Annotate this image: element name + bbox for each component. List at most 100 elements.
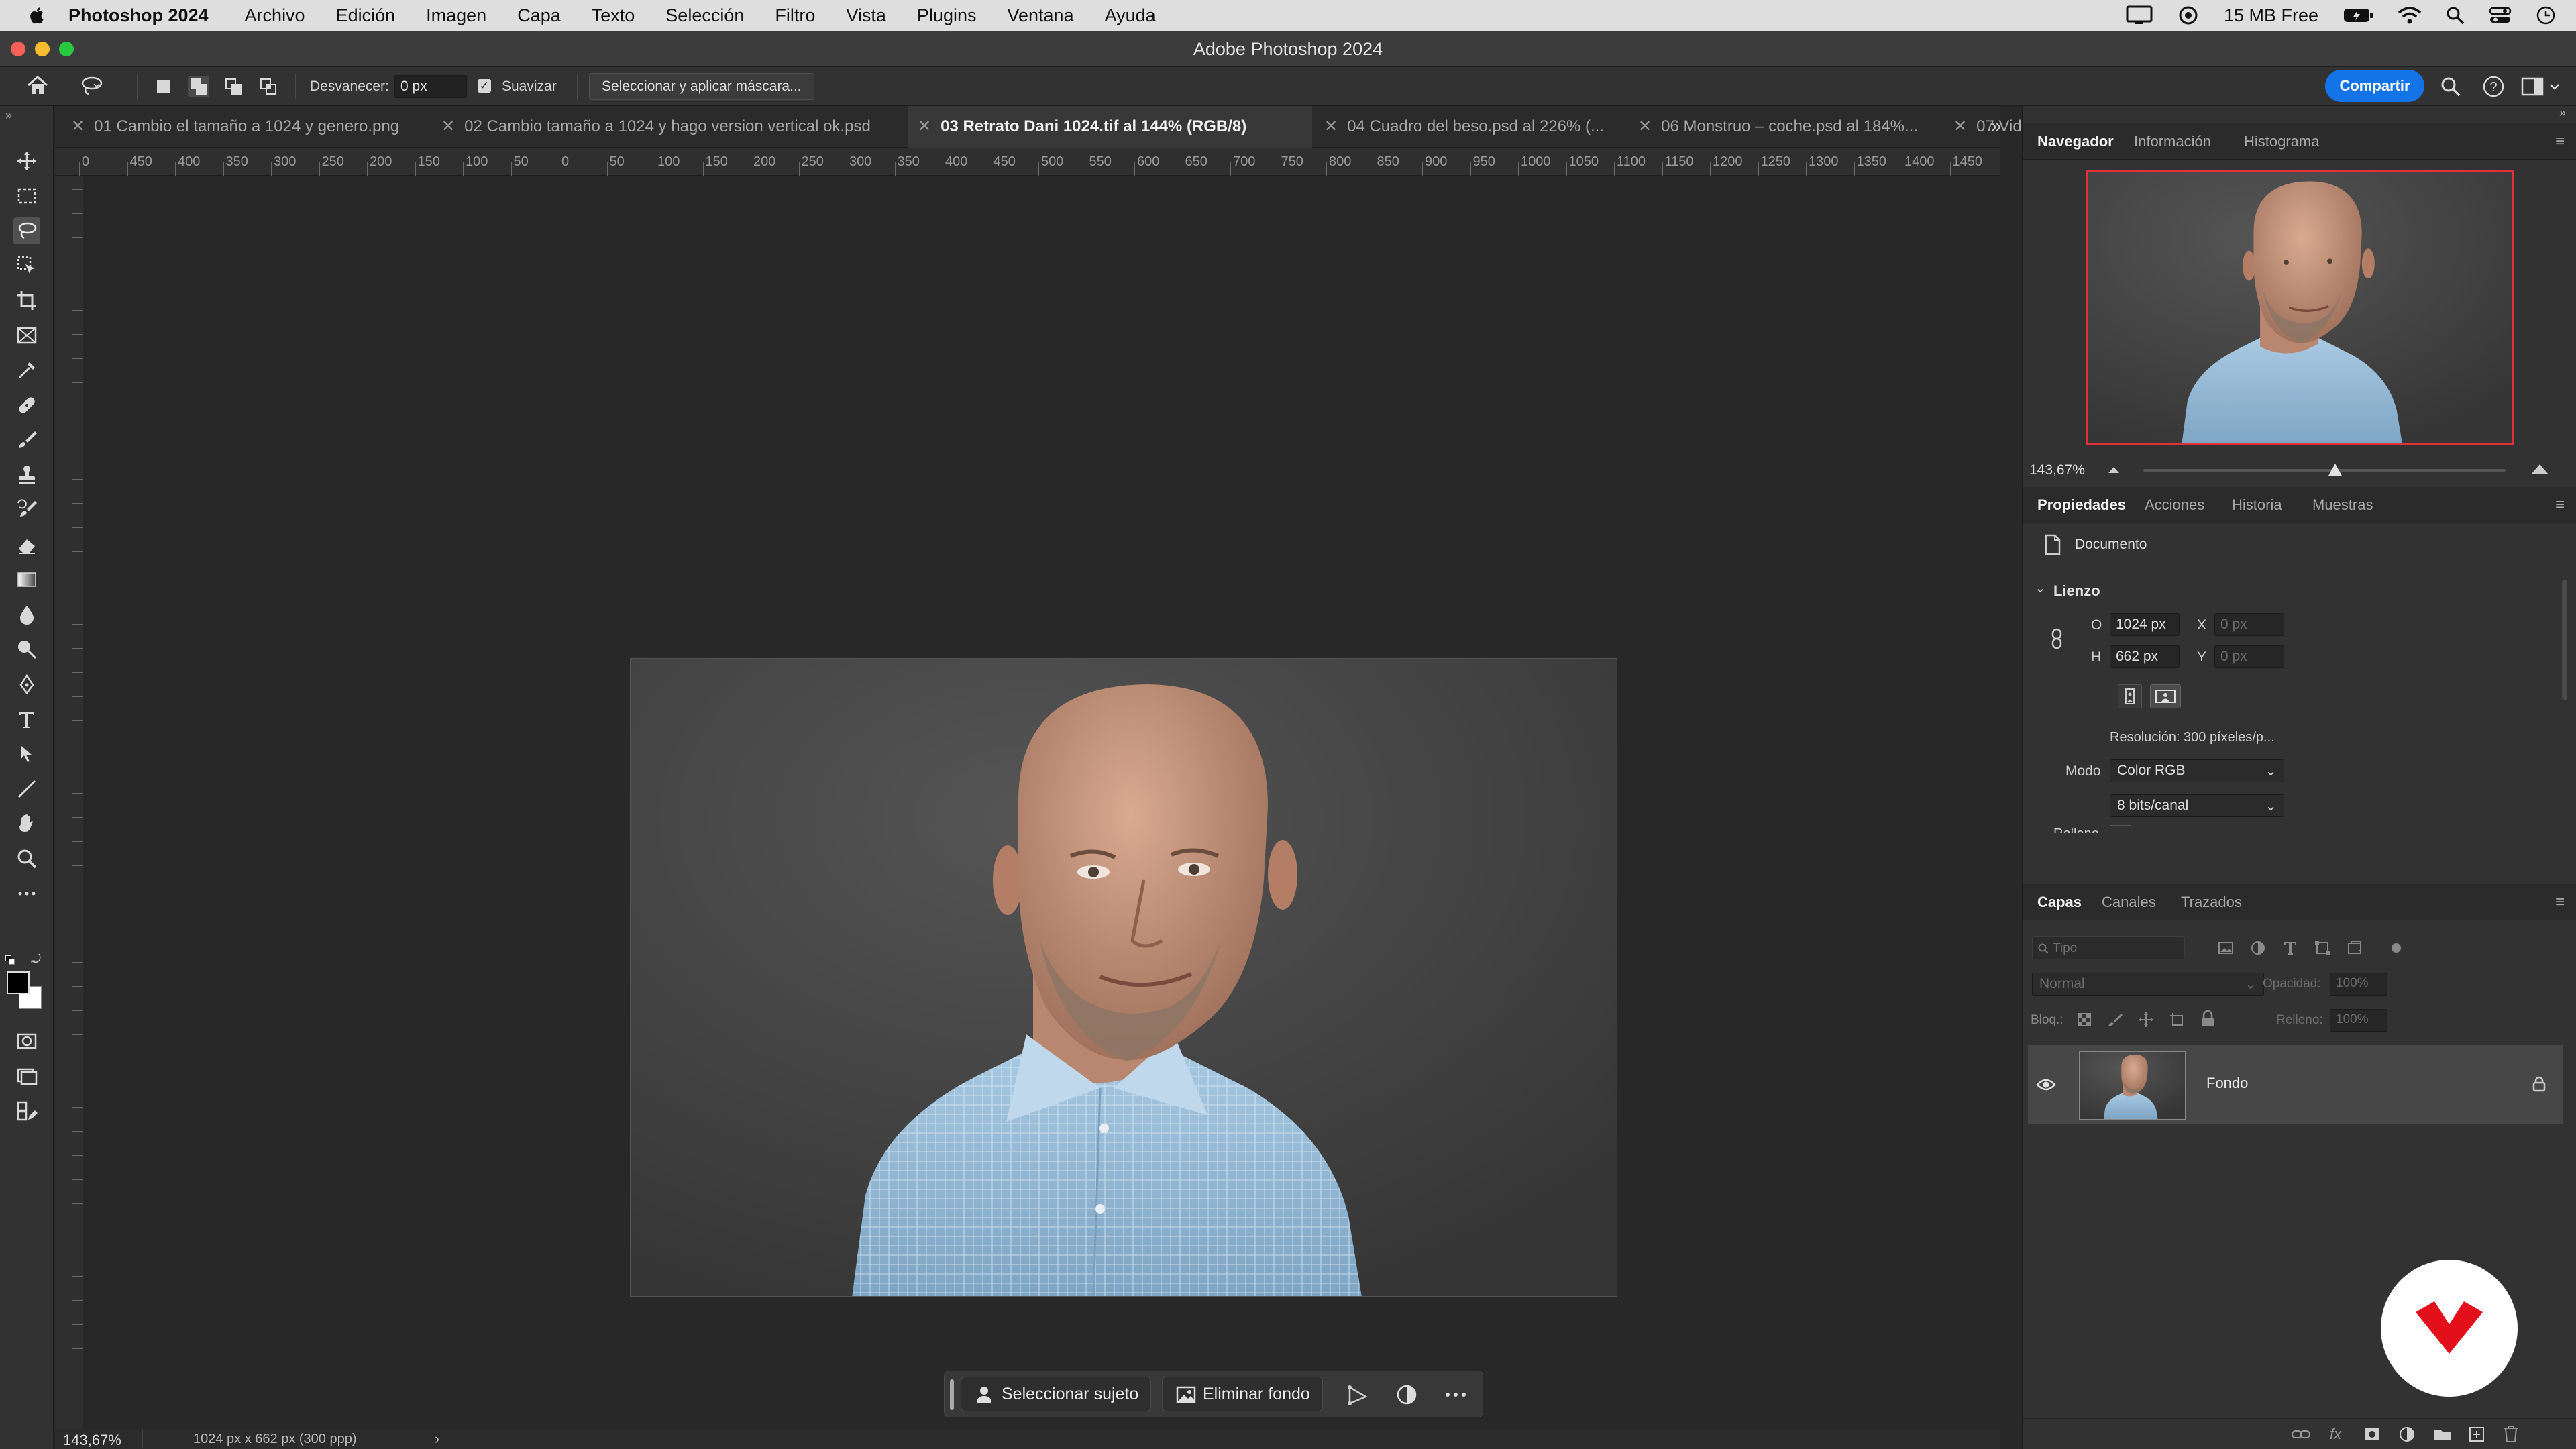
adjustment-icon[interactable]: [1395, 1383, 1418, 1406]
layer-style-fx-icon[interactable]: fx: [2330, 1426, 2341, 1443]
close-tab-icon[interactable]: ✕: [71, 117, 85, 136]
navigator-zoom-value[interactable]: 143,67%: [2029, 462, 2085, 478]
select-and-mask-button[interactable]: Seleccionar y aplicar máscara...: [589, 73, 814, 100]
more-options-icon[interactable]: [1442, 1383, 1469, 1406]
tab-muestras[interactable]: Muestras: [2312, 487, 2373, 523]
tab-canales[interactable]: Canales: [2102, 884, 2156, 920]
navigator-preview[interactable]: [2086, 170, 2514, 445]
close-tab-icon[interactable]: ✕: [918, 117, 931, 136]
fill-color-swatch[interactable]: [2110, 825, 2131, 833]
menu-plugins[interactable]: Plugins: [917, 5, 977, 26]
transform-icon[interactable]: [1347, 1383, 1370, 1406]
eyedropper-tool-icon[interactable]: [13, 357, 40, 384]
crop-tool-icon[interactable]: [13, 287, 40, 314]
lock-position-icon[interactable]: [2138, 1012, 2154, 1028]
dodge-tool-icon[interactable]: [13, 636, 40, 663]
color-mode-select[interactable]: Color RGB ⌄: [2110, 759, 2284, 782]
move-tool-icon[interactable]: [13, 148, 40, 174]
lock-all-icon[interactable]: [2200, 1010, 2216, 1028]
menu-edicion[interactable]: Edición: [336, 5, 396, 26]
canvas-area[interactable]: [83, 176, 2000, 1429]
document-info[interactable]: 1024 px x 662 px (300 ppp): [193, 1432, 357, 1447]
remove-background-button[interactable]: Eliminar fondo: [1162, 1377, 1323, 1411]
close-tab-icon[interactable]: ✕: [1953, 117, 1967, 136]
link-proportions-icon[interactable]: [2049, 628, 2064, 649]
filter-smart-object-icon[interactable]: [2346, 939, 2363, 957]
menu-filtro[interactable]: Filtro: [775, 5, 815, 26]
canvas-y-input[interactable]: 0 px: [2214, 645, 2284, 668]
navigator-zoom-slider-thumb[interactable]: [2328, 464, 2343, 476]
canvas-width-input[interactable]: 1024 px: [2110, 613, 2180, 636]
new-group-folder-icon[interactable]: [2433, 1427, 2452, 1442]
layer-lock-icon[interactable]: [2532, 1076, 2546, 1092]
taskbar-drag-handle[interactable]: [950, 1379, 954, 1410]
new-adjustment-layer-icon[interactable]: [2398, 1426, 2416, 1443]
panel-menu-icon[interactable]: ≡: [2551, 894, 2569, 911]
tab-document-04[interactable]: ✕ 04 Cuadro del beso.psd al 226% (...: [1315, 106, 1623, 148]
marquee-tool-icon[interactable]: [13, 182, 40, 209]
tab-historia[interactable]: Historia: [2232, 487, 2282, 523]
tab-navegador[interactable]: Navegador: [2037, 123, 2114, 160]
menu-capa[interactable]: Capa: [517, 5, 561, 26]
status-expand-arrow[interactable]: ›: [435, 1430, 439, 1448]
screen-mode-icon[interactable]: [13, 1063, 40, 1089]
panel-collapse-arrows[interactable]: »: [2559, 106, 2566, 120]
tab-document-02[interactable]: ✕ 02 Cambio tamaño a 1024 y hago version …: [432, 106, 906, 148]
link-layers-icon[interactable]: [2291, 1427, 2311, 1442]
filter-toggle[interactable]: [2392, 943, 2401, 953]
search-icon[interactable]: [2439, 75, 2462, 98]
subtract-from-selection-button[interactable]: [223, 76, 244, 97]
tab-document-01[interactable]: ✕ 01 Cambio el tamaño a 1024 y genero.png: [62, 106, 423, 148]
edit-toolbar-icon[interactable]: [13, 1097, 40, 1124]
new-layer-icon[interactable]: [2468, 1426, 2485, 1443]
add-to-selection-button[interactable]: [188, 76, 209, 97]
zoom-level[interactable]: 143,67%: [63, 1432, 121, 1449]
layer-row[interactable]: Fondo: [2028, 1045, 2563, 1124]
vertical-ruler[interactable]: [55, 176, 83, 1429]
layer-filter-search[interactable]: Tipo: [2032, 936, 2185, 959]
tab-capas[interactable]: Capas: [2037, 884, 2082, 920]
blend-mode-select[interactable]: Normal ⌄: [2032, 973, 2264, 996]
canvas-x-input[interactable]: 0 px: [2214, 613, 2284, 636]
zoom-tool-icon[interactable]: [13, 845, 40, 872]
panel-collapse-arrows[interactable]: »: [5, 109, 12, 123]
creative-cloud-icon[interactable]: [2177, 5, 2200, 25]
more-tools-icon[interactable]: [13, 880, 40, 907]
object-selection-tool-icon[interactable]: [13, 252, 40, 279]
menu-seleccion[interactable]: Selección: [665, 5, 744, 26]
eraser-tool-icon[interactable]: [13, 531, 40, 558]
display-icon[interactable]: [2126, 5, 2153, 25]
memory-status[interactable]: 15 MB Free: [2224, 5, 2318, 26]
menu-archivo[interactable]: Archivo: [245, 5, 305, 26]
help-icon[interactable]: ?: [2482, 75, 2505, 98]
gradient-tool-icon[interactable]: [13, 566, 40, 593]
lock-transparent-icon[interactable]: [2076, 1012, 2092, 1028]
history-brush-tool-icon[interactable]: [13, 496, 40, 523]
workspace-icon[interactable]: [2521, 75, 2564, 98]
filter-type-icon[interactable]: [2282, 939, 2299, 957]
add-mask-icon[interactable]: [2363, 1427, 2381, 1442]
opacity-input[interactable]: 100%: [2330, 973, 2387, 996]
visibility-eye-icon[interactable]: [2036, 1077, 2056, 1092]
default-colors-icon[interactable]: [5, 955, 15, 965]
lock-pixels-icon[interactable]: [2107, 1012, 2123, 1028]
landscape-orientation-button[interactable]: [2150, 684, 2181, 708]
tab-document-03[interactable]: ✕ 03 Retrato Dani 1024.tif al 144% (RGB/8…: [908, 106, 1312, 148]
close-tab-icon[interactable]: ✕: [1324, 117, 1338, 136]
clone-stamp-tool-icon[interactable]: [13, 462, 40, 488]
brush-tool-icon[interactable]: [13, 427, 40, 453]
canvas-height-input[interactable]: 662 px: [2110, 645, 2180, 668]
more-tabs-arrows[interactable]: »: [1991, 115, 2002, 137]
foreground-color-swatch[interactable]: [7, 971, 30, 994]
navigator-view-box[interactable]: [2086, 170, 2514, 445]
tab-trazados[interactable]: Trazados: [2181, 884, 2242, 920]
lasso-tool-icon[interactable]: [13, 217, 40, 244]
zoom-in-mountain-icon[interactable]: [2530, 462, 2550, 476]
hand-tool-icon[interactable]: [13, 810, 40, 837]
swap-colors-icon[interactable]: ⤾: [31, 953, 41, 967]
quick-mask-icon[interactable]: [13, 1028, 40, 1055]
menu-imagen[interactable]: Imagen: [426, 5, 486, 26]
menu-ventana[interactable]: Ventana: [1007, 5, 1073, 26]
bit-depth-select[interactable]: 8 bits/canal ⌄: [2110, 794, 2284, 817]
filter-adjustment-icon[interactable]: [2249, 939, 2267, 957]
